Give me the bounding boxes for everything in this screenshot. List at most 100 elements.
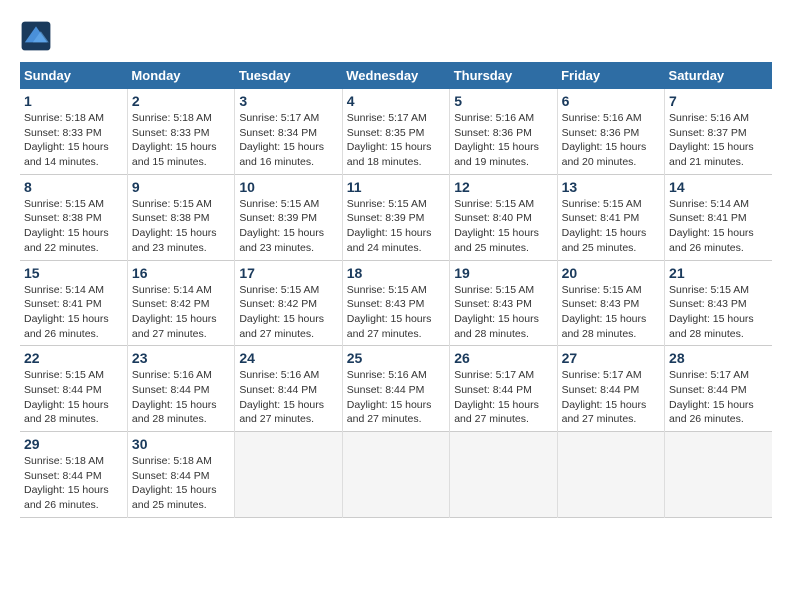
day-info: Sunrise: 5:15 AM Sunset: 8:40 PM Dayligh…: [454, 197, 552, 256]
day-cell-20: 20 Sunrise: 5:15 AM Sunset: 8:43 PM Dayl…: [557, 260, 664, 346]
day-cell-27: 27 Sunrise: 5:17 AM Sunset: 8:44 PM Dayl…: [557, 346, 664, 432]
day-number: 5: [454, 93, 552, 109]
day-cell-26: 26 Sunrise: 5:17 AM Sunset: 8:44 PM Dayl…: [450, 346, 557, 432]
day-info: Sunrise: 5:17 AM Sunset: 8:34 PM Dayligh…: [239, 111, 337, 170]
day-info: Sunrise: 5:15 AM Sunset: 8:43 PM Dayligh…: [347, 283, 445, 342]
day-info: Sunrise: 5:15 AM Sunset: 8:38 PM Dayligh…: [132, 197, 230, 256]
day-number: 15: [24, 265, 123, 281]
day-info: Sunrise: 5:17 AM Sunset: 8:44 PM Dayligh…: [562, 368, 660, 427]
day-cell-30: 30 Sunrise: 5:18 AM Sunset: 8:44 PM Dayl…: [127, 432, 234, 518]
week-row-2: 8 Sunrise: 5:15 AM Sunset: 8:38 PM Dayli…: [20, 174, 772, 260]
day-cell-7: 7 Sunrise: 5:16 AM Sunset: 8:37 PM Dayli…: [665, 89, 772, 174]
day-info: Sunrise: 5:15 AM Sunset: 8:38 PM Dayligh…: [24, 197, 123, 256]
empty-cell: [342, 432, 449, 518]
page-header: [20, 20, 772, 52]
day-cell-25: 25 Sunrise: 5:16 AM Sunset: 8:44 PM Dayl…: [342, 346, 449, 432]
day-cell-11: 11 Sunrise: 5:15 AM Sunset: 8:39 PM Dayl…: [342, 174, 449, 260]
day-number: 30: [132, 436, 230, 452]
day-cell-16: 16 Sunrise: 5:14 AM Sunset: 8:42 PM Dayl…: [127, 260, 234, 346]
day-info: Sunrise: 5:15 AM Sunset: 8:44 PM Dayligh…: [24, 368, 123, 427]
day-cell-5: 5 Sunrise: 5:16 AM Sunset: 8:36 PM Dayli…: [450, 89, 557, 174]
day-number: 28: [669, 350, 768, 366]
day-info: Sunrise: 5:15 AM Sunset: 8:43 PM Dayligh…: [669, 283, 768, 342]
day-number: 10: [239, 179, 337, 195]
header-tuesday: Tuesday: [235, 62, 342, 89]
day-number: 17: [239, 265, 337, 281]
day-info: Sunrise: 5:18 AM Sunset: 8:33 PM Dayligh…: [24, 111, 123, 170]
empty-cell: [450, 432, 557, 518]
day-info: Sunrise: 5:15 AM Sunset: 8:43 PM Dayligh…: [562, 283, 660, 342]
logo: [20, 20, 56, 52]
day-info: Sunrise: 5:18 AM Sunset: 8:33 PM Dayligh…: [132, 111, 230, 170]
header-monday: Monday: [127, 62, 234, 89]
day-number: 23: [132, 350, 230, 366]
day-cell-18: 18 Sunrise: 5:15 AM Sunset: 8:43 PM Dayl…: [342, 260, 449, 346]
day-info: Sunrise: 5:16 AM Sunset: 8:44 PM Dayligh…: [239, 368, 337, 427]
day-number: 22: [24, 350, 123, 366]
day-number: 7: [669, 93, 768, 109]
empty-cell: [235, 432, 342, 518]
day-info: Sunrise: 5:17 AM Sunset: 8:44 PM Dayligh…: [454, 368, 552, 427]
day-number: 12: [454, 179, 552, 195]
day-number: 21: [669, 265, 768, 281]
day-cell-6: 6 Sunrise: 5:16 AM Sunset: 8:36 PM Dayli…: [557, 89, 664, 174]
day-cell-23: 23 Sunrise: 5:16 AM Sunset: 8:44 PM Dayl…: [127, 346, 234, 432]
day-cell-9: 9 Sunrise: 5:15 AM Sunset: 8:38 PM Dayli…: [127, 174, 234, 260]
day-cell-15: 15 Sunrise: 5:14 AM Sunset: 8:41 PM Dayl…: [20, 260, 127, 346]
day-info: Sunrise: 5:17 AM Sunset: 8:44 PM Dayligh…: [669, 368, 768, 427]
day-cell-17: 17 Sunrise: 5:15 AM Sunset: 8:42 PM Dayl…: [235, 260, 342, 346]
day-number: 4: [347, 93, 445, 109]
day-cell-8: 8 Sunrise: 5:15 AM Sunset: 8:38 PM Dayli…: [20, 174, 127, 260]
day-cell-24: 24 Sunrise: 5:16 AM Sunset: 8:44 PM Dayl…: [235, 346, 342, 432]
day-number: 27: [562, 350, 660, 366]
day-number: 25: [347, 350, 445, 366]
header-thursday: Thursday: [450, 62, 557, 89]
day-cell-13: 13 Sunrise: 5:15 AM Sunset: 8:41 PM Dayl…: [557, 174, 664, 260]
day-cell-14: 14 Sunrise: 5:14 AM Sunset: 8:41 PM Dayl…: [665, 174, 772, 260]
day-info: Sunrise: 5:18 AM Sunset: 8:44 PM Dayligh…: [24, 454, 123, 513]
day-cell-19: 19 Sunrise: 5:15 AM Sunset: 8:43 PM Dayl…: [450, 260, 557, 346]
day-number: 8: [24, 179, 123, 195]
day-number: 9: [132, 179, 230, 195]
day-cell-10: 10 Sunrise: 5:15 AM Sunset: 8:39 PM Dayl…: [235, 174, 342, 260]
day-cell-12: 12 Sunrise: 5:15 AM Sunset: 8:40 PM Dayl…: [450, 174, 557, 260]
calendar-table: SundayMondayTuesdayWednesdayThursdayFrid…: [20, 62, 772, 518]
day-info: Sunrise: 5:16 AM Sunset: 8:37 PM Dayligh…: [669, 111, 768, 170]
day-cell-3: 3 Sunrise: 5:17 AM Sunset: 8:34 PM Dayli…: [235, 89, 342, 174]
day-info: Sunrise: 5:14 AM Sunset: 8:41 PM Dayligh…: [24, 283, 123, 342]
day-number: 1: [24, 93, 123, 109]
day-cell-22: 22 Sunrise: 5:15 AM Sunset: 8:44 PM Dayl…: [20, 346, 127, 432]
day-number: 24: [239, 350, 337, 366]
calendar-header-row: SundayMondayTuesdayWednesdayThursdayFrid…: [20, 62, 772, 89]
day-cell-1: 1 Sunrise: 5:18 AM Sunset: 8:33 PM Dayli…: [20, 89, 127, 174]
week-row-5: 29 Sunrise: 5:18 AM Sunset: 8:44 PM Dayl…: [20, 432, 772, 518]
day-number: 6: [562, 93, 660, 109]
day-info: Sunrise: 5:15 AM Sunset: 8:39 PM Dayligh…: [347, 197, 445, 256]
day-info: Sunrise: 5:18 AM Sunset: 8:44 PM Dayligh…: [132, 454, 230, 513]
day-info: Sunrise: 5:16 AM Sunset: 8:44 PM Dayligh…: [347, 368, 445, 427]
empty-cell: [665, 432, 772, 518]
day-cell-29: 29 Sunrise: 5:18 AM Sunset: 8:44 PM Dayl…: [20, 432, 127, 518]
day-info: Sunrise: 5:16 AM Sunset: 8:44 PM Dayligh…: [132, 368, 230, 427]
day-number: 14: [669, 179, 768, 195]
day-info: Sunrise: 5:15 AM Sunset: 8:39 PM Dayligh…: [239, 197, 337, 256]
day-number: 29: [24, 436, 123, 452]
logo-icon: [20, 20, 52, 52]
day-info: Sunrise: 5:16 AM Sunset: 8:36 PM Dayligh…: [562, 111, 660, 170]
day-info: Sunrise: 5:15 AM Sunset: 8:42 PM Dayligh…: [239, 283, 337, 342]
day-cell-21: 21 Sunrise: 5:15 AM Sunset: 8:43 PM Dayl…: [665, 260, 772, 346]
day-info: Sunrise: 5:16 AM Sunset: 8:36 PM Dayligh…: [454, 111, 552, 170]
week-row-4: 22 Sunrise: 5:15 AM Sunset: 8:44 PM Dayl…: [20, 346, 772, 432]
day-number: 18: [347, 265, 445, 281]
day-number: 13: [562, 179, 660, 195]
day-info: Sunrise: 5:14 AM Sunset: 8:41 PM Dayligh…: [669, 197, 768, 256]
empty-cell: [557, 432, 664, 518]
day-info: Sunrise: 5:15 AM Sunset: 8:43 PM Dayligh…: [454, 283, 552, 342]
header-saturday: Saturday: [665, 62, 772, 89]
day-number: 20: [562, 265, 660, 281]
day-cell-28: 28 Sunrise: 5:17 AM Sunset: 8:44 PM Dayl…: [665, 346, 772, 432]
day-info: Sunrise: 5:17 AM Sunset: 8:35 PM Dayligh…: [347, 111, 445, 170]
day-cell-4: 4 Sunrise: 5:17 AM Sunset: 8:35 PM Dayli…: [342, 89, 449, 174]
header-wednesday: Wednesday: [342, 62, 449, 89]
day-number: 19: [454, 265, 552, 281]
